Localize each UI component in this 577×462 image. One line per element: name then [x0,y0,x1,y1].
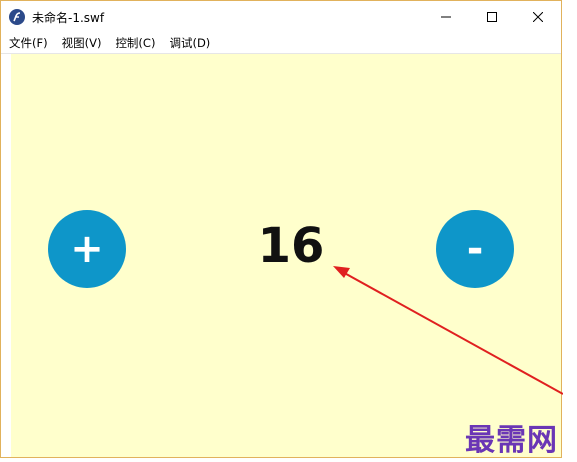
maximize-icon [487,12,497,22]
close-button[interactable] [515,1,561,33]
menu-item-control[interactable]: 控制(C) [108,33,162,53]
arrow-shaft [338,269,563,395]
minimize-button[interactable] [423,1,469,33]
menu-item-debug[interactable]: 调试(D) [162,33,217,53]
title-bar[interactable]: 未命名-1.swf [1,1,561,33]
arrow-head [333,266,350,278]
flash-player-icon [9,9,25,25]
window-title: 未命名-1.swf [32,10,105,25]
menu-item-file[interactable]: 文件(F) [1,33,55,53]
menu-item-view[interactable]: 视图(V) [55,33,109,53]
swf-stage: + 16 - [11,54,563,457]
maximize-button[interactable] [469,1,515,33]
watermark-text: 最需网 [465,423,558,458]
minimize-icon [441,16,451,18]
close-icon [533,12,543,22]
annotation-arrow [333,266,563,395]
menu-bar: 文件(F) 视图(V) 控制(C) 调试(D) [1,33,561,54]
window-controls [423,1,561,33]
app-window: 未命名-1.swf 文件(F) 视图(V) 控制(C) 调试(D) + 16 - [0,0,563,458]
